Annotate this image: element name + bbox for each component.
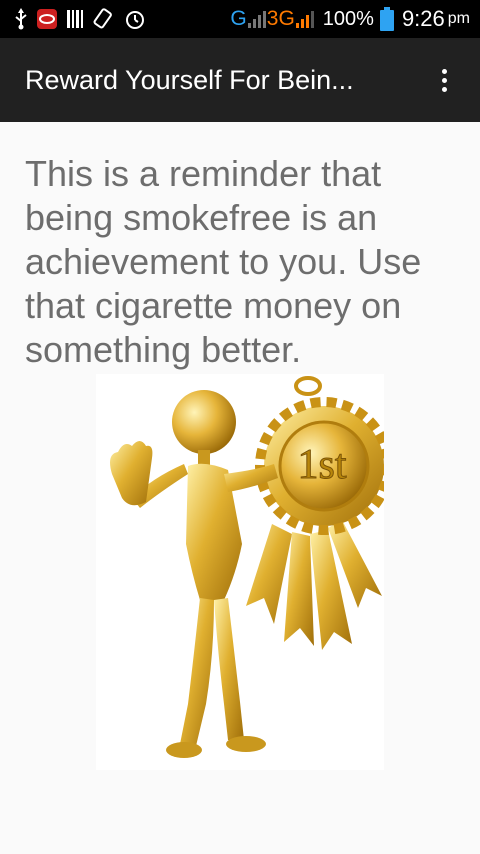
battery-icon — [379, 7, 394, 31]
battery-percent: 100% — [322, 7, 374, 30]
ribbon-label: 1st — [297, 442, 346, 488]
signal-icon — [247, 9, 267, 29]
rotate-icon — [92, 7, 116, 31]
barcode-icon — [66, 9, 84, 29]
network-type-g: G — [230, 7, 247, 30]
app-bar: Reward Yourself For Bein... — [0, 38, 480, 122]
status-system-icons: G 3G 100% 9:26 pm — [224, 6, 480, 32]
usb-icon — [14, 8, 28, 30]
clock-time: 9:26 — [401, 6, 445, 31]
status-bar: G 3G 100% 9:26 pm — [0, 0, 480, 38]
clock-ampm: pm — [447, 10, 470, 27]
overflow-menu-icon — [441, 68, 447, 74]
overflow-menu-button[interactable] — [420, 50, 468, 110]
overflow-menu-icon-dot — [441, 77, 447, 83]
main-content: This is a reminder that being smokefree … — [0, 122, 480, 854]
status-notification-icons — [0, 7, 146, 31]
gold-figure-award-ribbon-icon: 1st — [96, 374, 393, 770]
overflow-menu-icon-dot — [441, 86, 447, 92]
reminder-message: This is a reminder that being smokefree … — [25, 153, 422, 370]
app-notification-icon — [36, 8, 58, 30]
page-title: Reward Yourself For Bein... — [25, 64, 354, 95]
signal-icon — [295, 9, 315, 29]
alarm-icon — [124, 8, 146, 30]
network-type-3g: 3G — [266, 7, 295, 30]
